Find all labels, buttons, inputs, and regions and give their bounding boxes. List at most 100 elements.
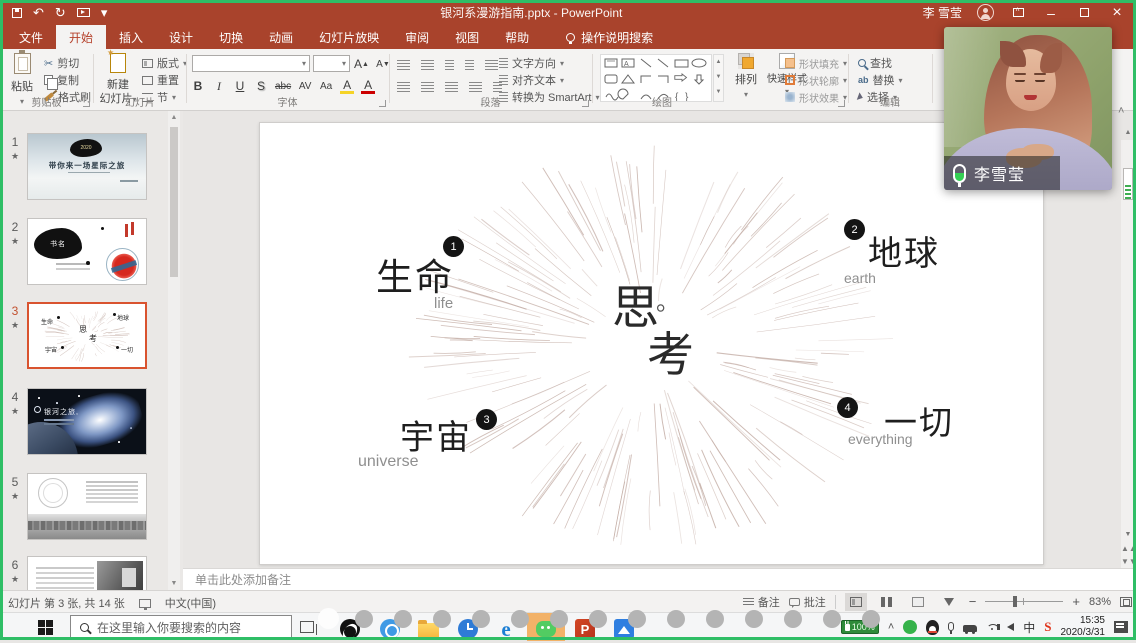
item-label-universe-en[interactable]: universe — [358, 454, 418, 470]
qq-penguin-icon[interactable] — [926, 620, 939, 635]
center-text-bottom[interactable]: 考 — [647, 331, 694, 378]
increase-font-button[interactable]: A▲ — [354, 56, 369, 72]
increase-indent-button[interactable] — [465, 60, 474, 70]
tell-me-search[interactable]: 操作说明搜索 — [558, 25, 661, 49]
item-badge-2[interactable]: 2 — [844, 219, 865, 240]
fit-to-window-icon[interactable] — [1120, 597, 1132, 607]
align-center-button[interactable] — [421, 82, 434, 92]
font-color-button[interactable]: A — [361, 78, 375, 94]
taskbar-search-input[interactable]: 在这里输入你要搜索的内容 — [70, 615, 292, 639]
start-slideshow-button[interactable] — [77, 8, 90, 17]
webcam-overlay[interactable]: 李雪莹 — [944, 27, 1112, 190]
tab-design[interactable]: 设计 — [156, 25, 206, 49]
scroll-down-arrow[interactable]: ▼ — [1121, 528, 1135, 542]
scroll-up-arrow[interactable]: ▲ — [1121, 126, 1135, 140]
shape-fill-button[interactable]: 形状填充▾ — [785, 55, 847, 71]
layout-button[interactable]: 版式▾ — [142, 55, 187, 71]
undo-button[interactable]: ↶ — [33, 6, 44, 19]
thumbnail-scrollbar[interactable]: ▲ ▼ — [168, 111, 180, 590]
item-label-universe-zh[interactable]: 宇宙 — [400, 421, 472, 455]
slide-thumbnail-4[interactable]: 银河之旅, — [27, 388, 147, 455]
arrange-button[interactable]: 排列 ▾ — [730, 53, 762, 101]
line-spacing-button[interactable] — [485, 60, 498, 70]
justify-button[interactable] — [469, 82, 482, 92]
change-case-button[interactable]: Aa — [319, 78, 333, 94]
qat-customize-button[interactable]: ▾ — [101, 6, 108, 19]
shape-outline-button[interactable]: 形状轮廓▾ — [785, 72, 847, 88]
item-label-life-en[interactable]: life — [434, 296, 453, 311]
scroll-thumb[interactable] — [1123, 168, 1133, 200]
align-text-button[interactable]: 对齐文本▾ — [499, 72, 564, 88]
ime-indicator[interactable]: 中 — [1023, 619, 1035, 636]
task-view-button[interactable] — [300, 621, 314, 633]
next-slide-button[interactable]: ▼▼ — [1121, 555, 1135, 569]
collapse-ribbon-chevron[interactable]: ˄ — [1118, 105, 1124, 117]
center-text-top[interactable]: 思 — [612, 284, 659, 331]
italic-button[interactable]: I — [212, 78, 226, 94]
zoom-level[interactable]: 83% — [1089, 596, 1111, 608]
item-badge-3[interactable]: 3 — [476, 409, 497, 430]
editor-scrollbar[interactable]: ▲ — [1121, 140, 1135, 568]
tab-slideshow[interactable]: 幻灯片放映 — [306, 25, 392, 49]
item-label-life-zh[interactable]: 生命 — [376, 259, 454, 296]
text-shadow-button[interactable]: S — [254, 78, 268, 94]
tab-view[interactable]: 视图 — [442, 25, 492, 49]
find-button[interactable]: 查找 — [858, 55, 892, 71]
tab-home[interactable]: 开始 — [56, 25, 106, 49]
underline-button[interactable]: U — [233, 78, 247, 94]
slideshow-view-button[interactable] — [938, 593, 960, 611]
tab-transitions[interactable]: 切换 — [206, 25, 256, 49]
highlight-color-button[interactable]: A — [340, 78, 354, 94]
bold-button[interactable]: B — [191, 78, 205, 94]
character-spacing-button[interactable]: AV — [298, 78, 312, 94]
text-direction-button[interactable]: 文字方向▾ — [499, 55, 564, 71]
numbering-button[interactable] — [421, 60, 434, 70]
notes-panel[interactable]: 单击此处添加备注 — [183, 568, 1136, 590]
tab-help[interactable]: 帮助 — [492, 25, 542, 49]
item-badge-4[interactable]: 4 — [837, 397, 858, 418]
paragraph-dialog-launcher[interactable] — [582, 100, 589, 107]
font-size-select[interactable]: ▾ — [313, 55, 350, 72]
tab-insert[interactable]: 插入 — [106, 25, 156, 49]
clipboard-dialog-launcher[interactable] — [83, 100, 90, 107]
bullets-button[interactable] — [397, 60, 410, 70]
slide-thumbnail-6[interactable] — [27, 556, 147, 590]
zoom-in-button[interactable]: + — [1072, 594, 1080, 609]
slide-thumbnail-3-selected[interactable]: 生命 地球 思 考 宇宙 一切 — [27, 302, 147, 369]
green-tray-icon[interactable] — [903, 620, 917, 634]
action-center-icon[interactable] — [1114, 621, 1128, 633]
font-name-select[interactable]: ▾ — [192, 55, 310, 72]
font-dialog-launcher[interactable] — [379, 100, 386, 107]
cut-button[interactable]: ✂剪切 — [44, 55, 79, 71]
slide-canvas[interactable]: 1 生命 life 2 地球 earth 思 。 考 3 宇宙 universe… — [259, 122, 1044, 565]
notes-toggle-button[interactable]: 备注 — [743, 594, 780, 610]
tray-expand-chevron[interactable]: ˄ — [888, 621, 894, 633]
decrease-indent-button[interactable] — [445, 60, 454, 70]
speaker-icon[interactable] — [1007, 623, 1014, 631]
redo-button[interactable]: ↻ — [55, 6, 66, 19]
tab-animations[interactable]: 动画 — [256, 25, 306, 49]
scroll-up-arrow[interactable]: ▲ — [168, 111, 180, 124]
align-right-button[interactable] — [445, 82, 458, 92]
slide-sorter-view-button[interactable] — [876, 593, 898, 611]
item-label-earth-en[interactable]: earth — [844, 271, 876, 285]
start-button[interactable] — [38, 620, 53, 635]
drawing-dialog-launcher[interactable] — [838, 100, 845, 107]
close-button[interactable]: × — [1108, 5, 1126, 21]
slide-thumbnail-2[interactable]: 书名 — [27, 218, 147, 285]
ribbon-display-options-button[interactable] — [1009, 8, 1027, 17]
copy-button[interactable]: 复制 — [44, 72, 79, 88]
item-badge-1[interactable]: 1 — [443, 236, 464, 257]
slide-thumbnail-5[interactable] — [27, 473, 147, 540]
zoom-slider-thumb[interactable] — [1013, 596, 1017, 607]
align-left-button[interactable] — [397, 82, 410, 92]
maximize-button[interactable] — [1075, 8, 1093, 17]
previous-slide-button[interactable]: ▲▲ — [1121, 542, 1135, 556]
taskbar-clock[interactable]: 15:35 2020/3/31 — [1061, 615, 1106, 639]
microphone-tray-icon[interactable] — [948, 622, 954, 631]
user-name[interactable]: 李 雪莹 — [923, 4, 962, 21]
reading-view-button[interactable] — [907, 593, 929, 611]
item-label-everything-en[interactable]: everything — [848, 432, 913, 446]
tab-file[interactable]: 文件 — [6, 25, 56, 49]
display-settings-icon[interactable] — [139, 599, 151, 608]
